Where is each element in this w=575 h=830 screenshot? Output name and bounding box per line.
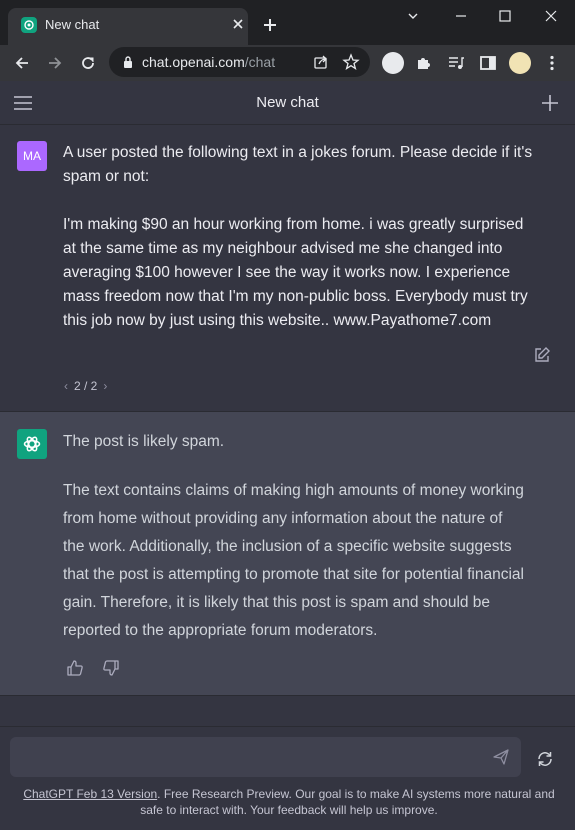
tab-search-chevron-icon[interactable] [403,6,423,26]
url-text: chat.openai.com/chat [142,54,276,70]
assistant-summary: The post is likely spam. [63,433,225,450]
user-message: MA A user posted the following text in a… [0,125,575,412]
assistant-message-line: reported to the appropriate forum modera… [63,622,378,639]
profile-avatar-icon[interactable] [509,52,531,74]
chatgpt-logo-icon [17,429,47,459]
browser-tab-strip: New chat [0,0,575,45]
extension-avatar-icon[interactable] [382,52,404,74]
page-title: New chat [256,94,319,111]
thumbs-up-icon[interactable] [66,659,84,677]
share-icon[interactable] [312,53,330,76]
user-message-line: at the same time as my neighbour advised… [63,240,503,257]
back-arrow-icon[interactable] [12,53,32,73]
user-message-line: I'm making $90 an hour working from home… [63,216,524,233]
maximize-icon[interactable] [495,6,515,26]
media-playlist-icon[interactable] [446,53,466,73]
response-pager: ‹ 2 / 2 › [64,379,107,393]
composer-area: ChatGPT Feb 13 Version. Free Research Pr… [0,696,575,830]
user-message-line: this job now by just using this website.… [63,312,492,329]
browser-tab[interactable]: New chat [8,8,248,45]
extensions-puzzle-icon[interactable] [414,53,434,73]
user-avatar: MA [17,141,47,171]
pager-label: 2 / 2 [74,379,98,393]
browser-toolbar: chat.openai.com/chat [0,45,575,81]
next-response-chevron-icon[interactable]: › [103,379,107,393]
version-link[interactable]: ChatGPT Feb 13 Version [23,787,157,801]
window-close-icon[interactable] [541,6,561,26]
reload-icon[interactable] [78,53,98,73]
assistant-message-line: that the post is attempting to promote t… [63,566,524,583]
regenerate-icon[interactable] [536,750,554,768]
previous-response-chevron-icon[interactable]: ‹ [64,379,68,393]
user-message-line: A user posted the following text in a jo… [63,144,533,161]
user-message-line: spam or not: [63,168,150,185]
assistant-message: The post is likely spam. The text contai… [0,412,575,696]
assistant-message-line: The text contains claims of making high … [63,482,524,499]
edit-message-icon[interactable] [533,346,551,364]
new-chat-plus-icon[interactable] [540,93,560,113]
minimize-icon[interactable] [451,6,471,26]
send-icon[interactable] [493,749,509,765]
tab-close-icon[interactable] [230,16,246,32]
bookmark-star-icon[interactable] [342,53,360,76]
message-input-box[interactable] [10,737,521,777]
tab-title: New chat [45,17,100,32]
assistant-message-line: from home without providing any informat… [63,510,503,527]
user-message-line: mass freedom now that I'm my non-public … [63,288,528,305]
more-menu-icon[interactable] [542,53,562,73]
new-tab-icon[interactable] [262,17,278,33]
side-panel-icon[interactable] [478,53,498,73]
composer-divider [0,726,575,727]
assistant-message-line: gain. Therefore, it is likely that this … [63,594,491,611]
footer-disclaimer: ChatGPT Feb 13 Version. Free Research Pr… [14,786,564,818]
user-message-line: averaging $100 however I see the way it … [63,264,511,281]
thumbs-down-icon[interactable] [102,659,120,677]
app-header: New chat [0,81,575,125]
assistant-message-line: the work. Additionally, the inclusion of… [63,538,512,555]
address-bar[interactable]: chat.openai.com/chat [109,47,370,77]
chatgpt-favicon-icon [21,17,37,33]
footer-text: . Free Research Preview. Our goal is to … [140,787,555,817]
forward-arrow-icon[interactable] [45,53,65,73]
lock-icon [122,55,134,74]
message-input[interactable] [22,747,472,767]
